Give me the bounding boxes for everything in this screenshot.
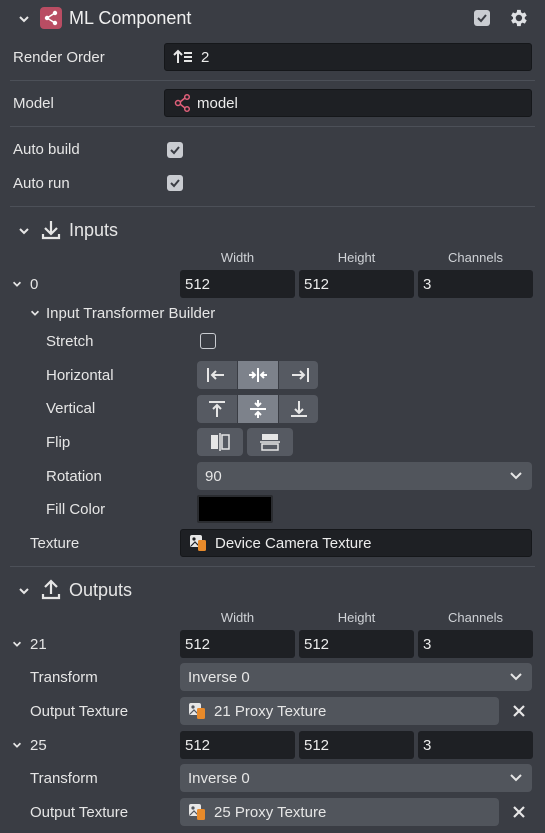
output-height-field[interactable]: 512 <box>299 630 414 658</box>
output-channels-field[interactable]: 3 <box>418 731 533 759</box>
input-transformer-builder-label: Input Transformer Builder <box>46 305 216 322</box>
width-column-header: Width <box>220 610 255 625</box>
channels-column-header: Channels <box>448 250 503 265</box>
output-texture-label: Output Texture <box>30 703 129 720</box>
horizontal-align-center-button[interactable] <box>238 361 278 389</box>
transform-label: Transform <box>30 669 98 686</box>
horizontal-label: Horizontal <box>46 367 114 384</box>
transform-select[interactable]: Inverse 0 <box>180 764 532 792</box>
vertical-align-top-button[interactable] <box>197 395 237 423</box>
input-name: 0 <box>30 276 39 293</box>
output-name: 21 <box>30 636 47 653</box>
camera-texture-icon <box>190 535 206 551</box>
flip-horizontal-button[interactable] <box>197 428 243 456</box>
flip-vertical-button[interactable] <box>247 428 293 456</box>
vertical-align-center-button[interactable] <box>238 395 278 423</box>
builder-expand-chevron-icon[interactable] <box>29 307 41 319</box>
flip-label: Flip <box>46 434 71 451</box>
fill-color-label: Fill Color <box>46 501 106 518</box>
outputs-collapse-chevron-icon[interactable] <box>17 584 31 598</box>
sort-order-icon <box>173 49 192 63</box>
close-icon[interactable] <box>512 704 526 718</box>
texture-value: Device Camera Texture <box>215 534 372 552</box>
horizontal-align-left-button[interactable] <box>197 361 237 389</box>
stretch-checkbox[interactable] <box>200 333 216 349</box>
width-column-header: Width <box>220 250 255 265</box>
align-top-icon <box>209 401 225 417</box>
inputs-section-title: Inputs <box>69 220 119 240</box>
align-center-vertical-icon <box>250 400 266 418</box>
vertical-align-bottom-button[interactable] <box>279 395 318 423</box>
auto-build-checkbox[interactable] <box>167 142 183 158</box>
flip-vertical-icon <box>260 434 280 451</box>
output-expand-chevron-icon[interactable] <box>11 739 23 751</box>
outputs-section-title: Outputs <box>69 580 133 600</box>
divider <box>10 206 535 207</box>
input-height-field[interactable]: 512 <box>299 270 414 298</box>
divider <box>10 126 535 127</box>
channels-column-header: Channels <box>448 610 503 625</box>
rotation-value: 90 <box>205 467 222 485</box>
transform-select[interactable]: Inverse 0 <box>180 663 532 691</box>
collapse-chevron-icon[interactable] <box>17 12 31 26</box>
inputs-collapse-chevron-icon[interactable] <box>17 224 31 238</box>
rotation-label: Rotation <box>46 468 102 485</box>
close-icon[interactable] <box>512 805 526 819</box>
output-width-field[interactable]: 512 <box>180 731 295 759</box>
chevron-down-icon <box>510 774 522 782</box>
output-texture-label: Output Texture <box>30 804 129 821</box>
height-column-header: Height <box>337 250 376 265</box>
output-texture-field[interactable]: 25 Proxy Texture <box>180 798 499 826</box>
ml-component-icon <box>40 7 62 29</box>
chevron-down-icon <box>510 472 522 480</box>
output-texture-field[interactable]: 21 Proxy Texture <box>180 697 499 725</box>
model-field[interactable]: model <box>164 89 532 117</box>
texture-label: Texture <box>30 535 80 552</box>
texture-field[interactable]: Device Camera Texture <box>180 529 532 557</box>
upload-icon <box>41 579 61 600</box>
fill-color-swatch[interactable] <box>197 495 273 523</box>
rotation-select[interactable]: 90 <box>197 462 532 490</box>
model-value: model <box>197 94 238 112</box>
output-texture-value: 21 Proxy Texture <box>214 702 327 720</box>
component-title: ML Component <box>69 8 192 28</box>
output-texture-value: 25 Proxy Texture <box>214 803 327 821</box>
input-width-field[interactable]: 512 <box>180 270 295 298</box>
proxy-texture-icon <box>189 804 205 820</box>
output-height-field[interactable]: 512 <box>299 731 414 759</box>
auto-run-label: Auto run <box>13 175 70 192</box>
render-order-field[interactable]: 2 <box>164 43 532 71</box>
input-expand-chevron-icon[interactable] <box>11 278 23 290</box>
flip-horizontal-icon <box>211 433 230 451</box>
auto-build-label: Auto build <box>13 141 80 158</box>
render-order-value: 2 <box>201 48 210 66</box>
output-expand-chevron-icon[interactable] <box>11 638 23 650</box>
align-right-icon <box>291 368 309 382</box>
stretch-label: Stretch <box>46 333 94 350</box>
vertical-label: Vertical <box>46 400 96 417</box>
input-channels-field[interactable]: 3 <box>418 270 533 298</box>
height-column-header: Height <box>337 610 376 625</box>
chevron-down-icon <box>510 673 522 681</box>
model-label: Model <box>13 95 54 112</box>
align-center-horizontal-icon <box>249 368 267 382</box>
output-name: 25 <box>30 737 47 754</box>
gear-icon[interactable] <box>507 7 529 29</box>
proxy-texture-icon <box>189 703 205 719</box>
align-left-icon <box>207 368 224 382</box>
divider <box>10 566 535 567</box>
divider <box>10 80 535 81</box>
horizontal-align-right-button[interactable] <box>279 361 318 389</box>
output-width-field[interactable]: 512 <box>180 630 295 658</box>
transform-value: Inverse 0 <box>188 668 250 686</box>
render-order-label: Render Order <box>13 49 105 66</box>
auto-run-checkbox[interactable] <box>167 175 183 191</box>
download-icon <box>41 221 61 240</box>
align-bottom-icon <box>290 401 307 417</box>
ml-model-icon <box>174 93 191 113</box>
output-channels-field[interactable]: 3 <box>418 630 533 658</box>
component-enabled-checkbox[interactable] <box>474 10 490 26</box>
transform-label: Transform <box>30 770 98 787</box>
transform-value: Inverse 0 <box>188 769 250 787</box>
